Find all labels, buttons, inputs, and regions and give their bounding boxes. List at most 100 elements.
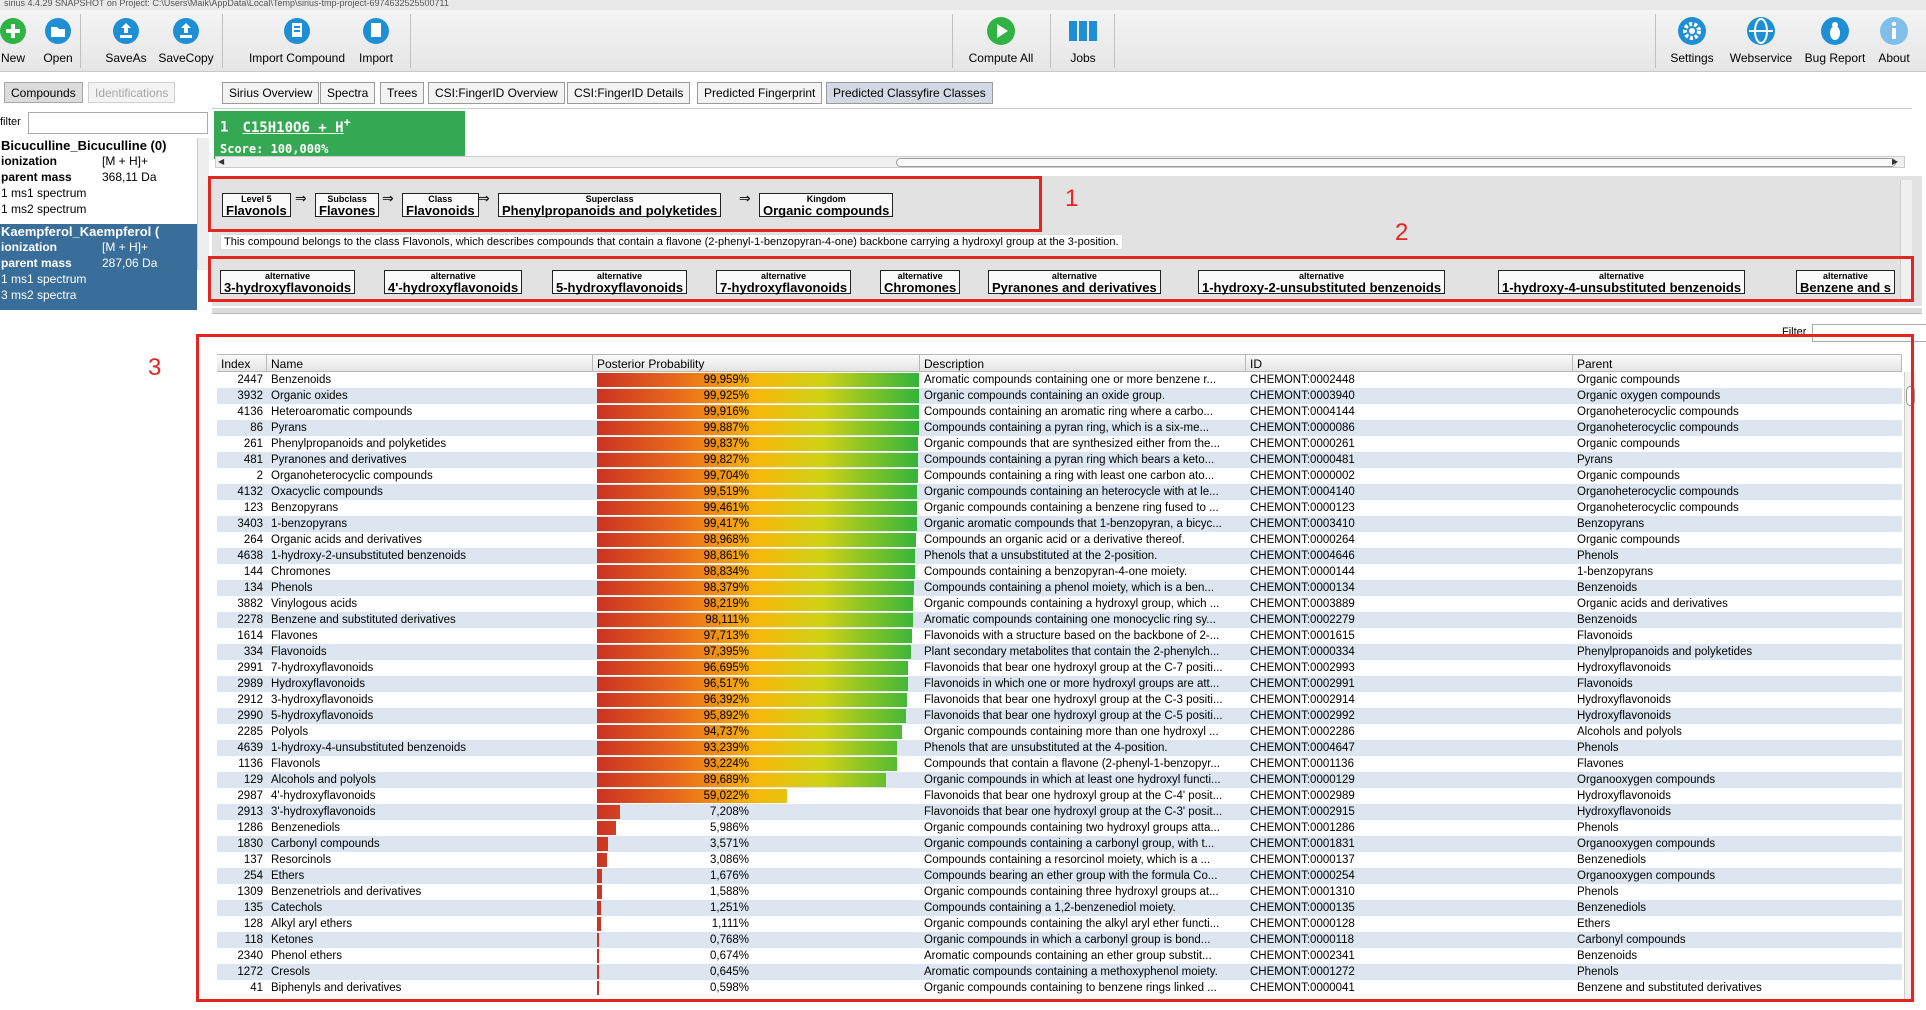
table-row[interactable]: 261 Phenylpropanoids and polyketides Organ…: [217, 436, 1902, 452]
compound-filter-input[interactable]: [28, 112, 208, 134]
alternative-chip[interactable]: alternative 3-hydroxyflavonoids: [220, 270, 356, 294]
table-row[interactable]: 2913 3'-hydroxyflavonoids Flavonoids that …: [217, 804, 1902, 820]
table-row[interactable]: 2340 Phenol ethers Aromatic compounds cont…: [217, 948, 1902, 964]
tab-csi-fingerid-details[interactable]: CSI:FingerID Details: [567, 82, 691, 104]
probability-value: 1,251%: [709, 902, 749, 914]
hierarchy-chip-class[interactable]: Class Flavonoids: [402, 193, 479, 217]
alternative-chip[interactable]: alternative 1-hydroxy-4-unsubstituted ben…: [1498, 270, 1746, 294]
table-row[interactable]: 3403 1-benzopyrans Organic aromatic compou…: [217, 516, 1902, 532]
bug-report-button[interactable]: Bug Report: [1802, 12, 1868, 70]
alternative-chip[interactable]: alternative 4'-hydroxyflavonoids: [384, 270, 523, 294]
table-row[interactable]: 2912 3-hydroxyflavonoids Flavonoids that b…: [217, 692, 1902, 708]
table-row[interactable]: 3932 Organic oxides Organic compounds cont…: [217, 388, 1902, 404]
compound-list-scrollbar[interactable]: [197, 138, 209, 270]
column-header-parent[interactable]: Parent: [1573, 355, 1902, 372]
tab-sirius-overview[interactable]: Sirius Overview: [222, 82, 320, 104]
table-row[interactable]: 4132 Oxacyclic compounds Organic compounds…: [217, 484, 1902, 500]
table-row[interactable]: 3882 Vinylogous acids Organic compounds co…: [217, 596, 1902, 612]
tab-trees[interactable]: Trees: [380, 82, 425, 104]
table-row[interactable]: 134 Phenols Compounds containing a phenol …: [217, 580, 1902, 596]
alternative-chip[interactable]: alternative 7-hydroxyflavonoids: [716, 270, 852, 294]
table-row[interactable]: 4639 1-hydroxy-4-unsubstituted benzenoids…: [217, 740, 1902, 756]
table-row[interactable]: 41 Biphenyls and derivatives Organic compo…: [217, 980, 1902, 996]
hierarchy-chip-superclass[interactable]: Superclass Phenylpropanoids and polyketid…: [498, 193, 722, 217]
table-row[interactable]: 4136 Heteroaromatic compounds Compounds co…: [217, 404, 1902, 420]
formula-candidate-card[interactable]: 1 C15H10O6 + H+ Score: 100,000%: [214, 111, 465, 159]
table-row[interactable]: 1309 Benzenetriols and derivatives Organic…: [217, 884, 1902, 900]
table-row[interactable]: 86 Pyrans Compounds containing a pyran rin…: [217, 420, 1902, 436]
scroll-thumb[interactable]: [1906, 386, 1915, 406]
import-button[interactable]: Import: [356, 12, 396, 70]
tab-predicted-fingerprint[interactable]: Predicted Fingerprint: [697, 82, 823, 104]
tab-predicted-classyfire-classes[interactable]: Predicted Classyfire Classes: [826, 82, 993, 104]
scroll-thumb[interactable]: [896, 158, 1896, 167]
tab-compounds[interactable]: Compounds: [4, 82, 83, 103]
table-row[interactable]: 254 Ethers Compounds bearing an ether grou…: [217, 868, 1902, 884]
table-row[interactable]: 128 Alkyl aryl ethers Organic compounds co…: [217, 916, 1902, 932]
formula-strip-scrollbar[interactable]: ◀ ▶: [215, 156, 1905, 168]
table-row[interactable]: 334 Flavonoids Plant secondary metabolites…: [217, 644, 1902, 660]
probability-value: 98,968%: [703, 534, 749, 546]
column-header-name[interactable]: Name: [267, 355, 593, 372]
table-row[interactable]: 1830 Carbonyl compounds Organic compounds …: [217, 836, 1902, 852]
hierarchy-chip-subclass[interactable]: Subclass Flavones: [315, 193, 380, 217]
cell-parent: Hydroxyflavonoids: [1577, 694, 1671, 706]
column-header-id[interactable]: ID: [1246, 355, 1573, 372]
table-row[interactable]: 481 Pyranones and derivatives Compounds co…: [217, 452, 1902, 468]
split-pane-divider[interactable]: [212, 308, 1922, 314]
compound-item-kaempferol[interactable]: Kaempferol_Kaempferol ( ionization [M + H…: [0, 224, 197, 310]
table-row[interactable]: 2989 Hydroxyflavonoids Flavonoids in which…: [217, 676, 1902, 692]
table-row[interactable]: 2285 Polyols Organic compounds containing …: [217, 724, 1902, 740]
alternative-chip[interactable]: alternative 1-hydroxy-2-unsubstituted ben…: [1198, 270, 1446, 294]
table-row[interactable]: 144 Chromones Compounds containing a benzo…: [217, 564, 1902, 580]
alternative-chip[interactable]: alternative Pyranones and derivatives: [988, 270, 1161, 294]
parent-mass-label: parent mass: [1, 256, 72, 270]
new-button[interactable]: New: [0, 12, 26, 70]
table-row[interactable]: 1614 Flavones Flavonoids with a structure …: [217, 628, 1902, 644]
webservice-button[interactable]: Webservice: [1726, 12, 1796, 70]
table-row[interactable]: 118 Ketones Organic compounds in which a c…: [217, 932, 1902, 948]
table-filter-input[interactable]: [1812, 324, 1926, 342]
table-row[interactable]: 1272 Cresols Aromatic compounds containing…: [217, 964, 1902, 980]
alternative-chip[interactable]: alternative Chromones: [880, 270, 961, 294]
tab-spectra[interactable]: Spectra: [320, 82, 376, 104]
about-button[interactable]: About: [1872, 12, 1916, 70]
table-row[interactable]: 1136 Flavonols Compounds that contain a fl…: [217, 756, 1902, 772]
hierarchy-chip-kingdom[interactable]: Kingdom Organic compounds: [759, 193, 894, 217]
open-button[interactable]: Open: [40, 12, 76, 70]
jobs-button[interactable]: Jobs: [1064, 12, 1102, 70]
table-row[interactable]: 4638 1-hydroxy-2-unsubstituted benzenoids…: [217, 548, 1902, 564]
savecopy-button[interactable]: SaveCopy: [158, 12, 214, 70]
alternative-chip[interactable]: alternative Benzene and s: [1796, 270, 1896, 294]
tab-csi-fingerid-overview[interactable]: CSI:FingerID Overview: [428, 82, 565, 104]
scroll-right-icon[interactable]: ▶: [1892, 157, 1898, 166]
table-row[interactable]: 137 Resorcinols Compounds containing a res…: [217, 852, 1902, 868]
table-row[interactable]: 2991 7-hydroxyflavonoids Flavonoids that b…: [217, 660, 1902, 676]
table-row[interactable]: 123 Benzopyrans Organic compounds containi…: [217, 500, 1902, 516]
tab-identifications[interactable]: Identifications: [88, 82, 176, 103]
table-row[interactable]: 129 Alcohols and polyols Organic compounds…: [217, 772, 1902, 788]
table-row[interactable]: 2 Organoheterocyclic compounds Compounds c…: [217, 468, 1902, 484]
scroll-left-icon[interactable]: ◀: [218, 157, 224, 166]
table-row[interactable]: 2987 4'-hydroxyflavonoids Flavonoids that …: [217, 788, 1902, 804]
table-row[interactable]: 2447 Benzenoids Aromatic compounds contain…: [217, 372, 1902, 388]
saveas-button[interactable]: SaveAs: [104, 12, 148, 70]
alternative-chip[interactable]: alternative 5-hydroxyflavonoids: [552, 270, 688, 294]
compute-all-button[interactable]: Compute All: [963, 12, 1039, 70]
column-header-probability[interactable]: Posterior Probability: [593, 355, 920, 372]
table-row[interactable]: 2990 5-hydroxyflavonoids Flavonoids that b…: [217, 708, 1902, 724]
column-header-index[interactable]: Index: [217, 355, 267, 372]
table-row[interactable]: 264 Organic acids and derivatives Compound…: [217, 532, 1902, 548]
classification-scrollbar[interactable]: [1900, 180, 1912, 300]
molecular-formula: C15H10O6 + H: [242, 119, 344, 136]
settings-button[interactable]: Settings: [1666, 12, 1718, 70]
cell-parent: Phenols: [1577, 742, 1619, 754]
table-row[interactable]: 135 Catechols Compounds containing a 1,2-b…: [217, 900, 1902, 916]
column-header-description[interactable]: Description: [920, 355, 1246, 372]
table-row[interactable]: 1286 Benzenediols Organic compounds contai…: [217, 820, 1902, 836]
hierarchy-chip-level5[interactable]: Level 5 Flavonols: [222, 193, 291, 217]
compound-item-bicuculline[interactable]: Bicuculline_Bicuculline (0) ionization [M…: [0, 138, 197, 224]
table-scrollbar[interactable]: [1904, 372, 1916, 1002]
table-row[interactable]: 2278 Benzene and substituted derivatives A…: [217, 612, 1902, 628]
import-compound-button[interactable]: Import Compound: [245, 12, 349, 70]
